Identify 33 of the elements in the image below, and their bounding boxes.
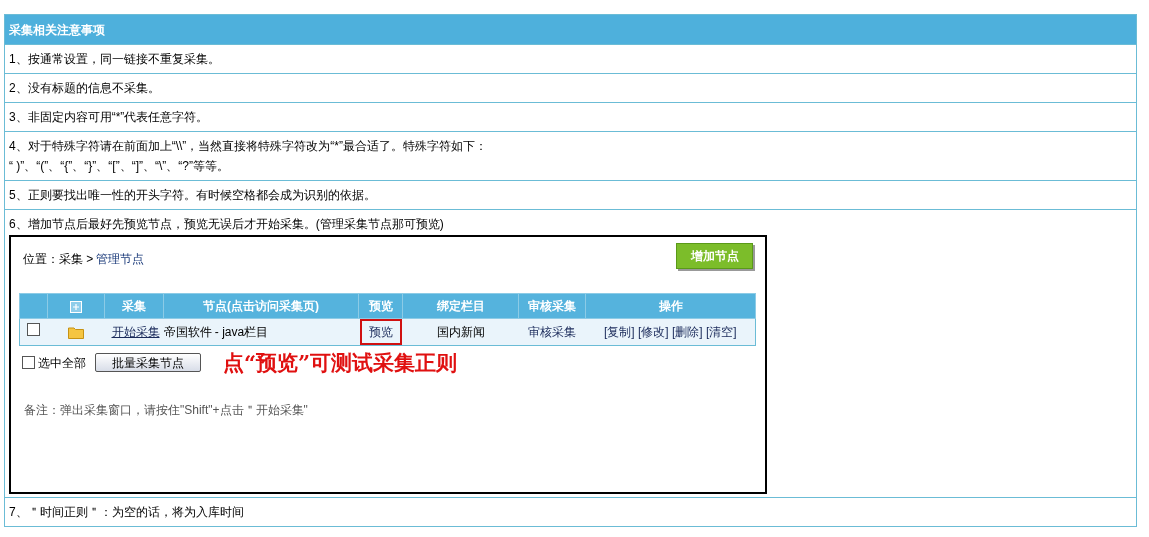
checkbox[interactable]: [27, 323, 41, 336]
note-text: 2、没有标题的信息不采集。: [9, 81, 161, 95]
column-header: 采集: [122, 299, 146, 313]
action-link[interactable]: [清空]: [705, 325, 737, 339]
note-text: 6、增加节点后最好先预览节点，预览无误后才开始采集。(管理采集节点那可预览): [9, 217, 445, 231]
annotation-text: 点“预览”可测试采集正则: [223, 352, 458, 373]
column-header: 绑定栏目: [436, 299, 485, 313]
checkbox[interactable]: [22, 356, 35, 369]
action-link[interactable]: [复制]: [603, 325, 635, 339]
preview-link[interactable]: 预览: [359, 319, 402, 345]
table-cell: 帝国软件 - java栏目: [163, 325, 269, 339]
action-link[interactable]: [删除]: [671, 325, 703, 339]
note-text: 7、＂时间正则＂：为空的话，将为入库时间: [9, 505, 245, 519]
column-header: 审核采集: [528, 299, 576, 313]
section-header: 采集相关注意事项: [5, 15, 1136, 44]
note-text: 1、按通常设置，同一链接不重复采集。: [9, 52, 221, 66]
start-link[interactable]: 开始采集: [111, 325, 160, 339]
note-text: “ )”、“(”、“{”、“}”、“[”、“]”、“\”、“?”等等。: [9, 159, 230, 173]
checkbox-label: 选中全部: [38, 354, 86, 372]
note-text: 5、正则要找出唯一性的开头字符。有时候空格都会成为识别的依据。: [9, 188, 377, 202]
note-text: 3、非固定内容可用“*”代表任意字符。: [9, 110, 210, 124]
folder-icon: [68, 326, 84, 340]
column-header: 预览: [368, 299, 393, 313]
table-cell: 国内新闻: [436, 325, 485, 339]
note-text: 4、对于特殊字符请在前面加上“\\”，当然直接将特殊字符改为“*”最合适了。特殊字符如下：: [9, 139, 488, 153]
column-header: 操作: [658, 299, 683, 313]
breadcrumb-text: 位置：采集 >: [23, 251, 94, 268]
action-link[interactable]: [修改]: [637, 325, 669, 339]
column-header: 节点(点击访问采集页): [203, 299, 319, 313]
breadcrumb-link[interactable]: 管理节点: [96, 250, 145, 268]
review-link[interactable]: 审核采集: [528, 325, 576, 339]
remark-text: 备注：弹出采集窗口，请按住"Shift"+点击＂开始采集": [23, 402, 309, 419]
batch-collect-button[interactable]: 批量采集节点: [95, 353, 201, 372]
